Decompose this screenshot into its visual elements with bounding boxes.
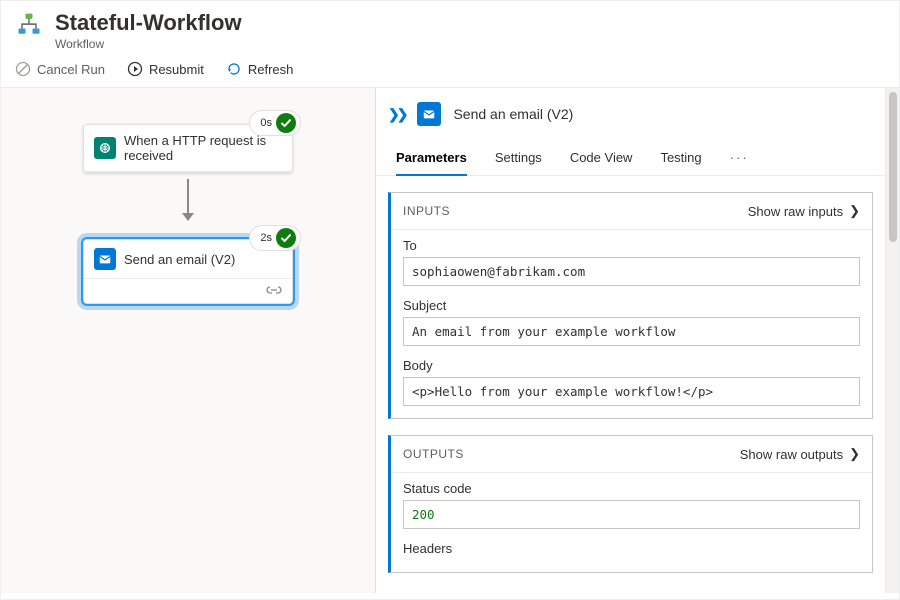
resubmit-icon: [127, 61, 143, 77]
show-raw-outputs-link[interactable]: Show raw outputs ❯: [740, 446, 860, 462]
inputs-section: INPUTS Show raw inputs ❯ To sophiaowen@f…: [388, 192, 873, 419]
refresh-label: Refresh: [248, 62, 294, 77]
cancel-run-label: Cancel Run: [37, 62, 105, 77]
resubmit-button[interactable]: Resubmit: [127, 61, 204, 77]
inputs-heading: INPUTS: [403, 204, 450, 218]
link-icon: [266, 282, 282, 300]
inputs-to-label: To: [403, 238, 860, 253]
connector-arrow: [1, 179, 375, 221]
tab-more[interactable]: ···: [730, 144, 749, 175]
outlook-icon: [94, 248, 116, 270]
tab-settings[interactable]: Settings: [495, 144, 542, 175]
inputs-subject-label: Subject: [403, 298, 860, 313]
outputs-status-label: Status code: [403, 481, 860, 496]
action-status-pill: 2s: [249, 225, 301, 251]
show-raw-inputs-link[interactable]: Show raw inputs ❯: [748, 203, 860, 219]
vertical-scrollbar[interactable]: [885, 88, 899, 593]
success-check-icon: [276, 113, 296, 133]
http-trigger-icon: [94, 137, 116, 159]
scrollbar-thumb[interactable]: [889, 92, 897, 242]
tab-parameters[interactable]: Parameters: [396, 144, 467, 175]
trigger-duration: 0s: [260, 117, 272, 129]
inputs-subject-value[interactable]: An email from your example workflow: [403, 317, 860, 346]
inputs-body-label: Body: [403, 358, 860, 373]
tab-testing[interactable]: Testing: [660, 144, 701, 175]
success-check-icon: [276, 228, 296, 248]
refresh-icon: [226, 61, 242, 77]
inputs-to-value[interactable]: sophiaowen@fabrikam.com: [403, 257, 860, 286]
designer-canvas[interactable]: 0s When a HTTP request is received 2s: [1, 88, 376, 593]
command-bar: Cancel Run Resubmit Refresh: [1, 55, 899, 88]
action-node[interactable]: 2s Send an email (V2): [83, 239, 293, 304]
outputs-headers-label: Headers: [403, 541, 860, 556]
refresh-button[interactable]: Refresh: [226, 61, 294, 77]
trigger-status-pill: 0s: [249, 110, 301, 136]
action-duration: 2s: [260, 232, 272, 244]
workflow-icon: [15, 11, 43, 39]
outputs-heading: OUTPUTS: [403, 447, 464, 461]
panel-tabs: Parameters Settings Code View Testing ··…: [376, 136, 885, 176]
action-node-label: Send an email (V2): [124, 252, 235, 267]
chevron-right-icon: ❯: [849, 446, 860, 462]
collapse-panel-button[interactable]: ❯❯: [388, 106, 405, 123]
outputs-section: OUTPUTS Show raw outputs ❯ Status code 2…: [388, 435, 873, 573]
chevron-right-icon: ❯: [849, 203, 860, 219]
page-header: Stateful-Workflow Workflow: [1, 1, 899, 55]
page-subtitle: Workflow: [55, 37, 242, 51]
resubmit-label: Resubmit: [149, 62, 204, 77]
outlook-icon: [417, 102, 441, 126]
outputs-status-value[interactable]: 200: [403, 500, 860, 529]
tab-code-view[interactable]: Code View: [570, 144, 633, 175]
details-panel: ❯❯ Send an email (V2) Parameters Setting…: [376, 88, 885, 593]
trigger-node[interactable]: 0s When a HTTP request is received: [83, 124, 293, 173]
cancel-icon: [15, 61, 31, 77]
inputs-body-value[interactable]: <p>Hello from your example workflow!</p>: [403, 377, 860, 406]
cancel-run-button: Cancel Run: [15, 61, 105, 77]
page-title: Stateful-Workflow: [55, 11, 242, 35]
trigger-node-label: When a HTTP request is received: [124, 133, 282, 163]
panel-title: Send an email (V2): [453, 106, 573, 122]
